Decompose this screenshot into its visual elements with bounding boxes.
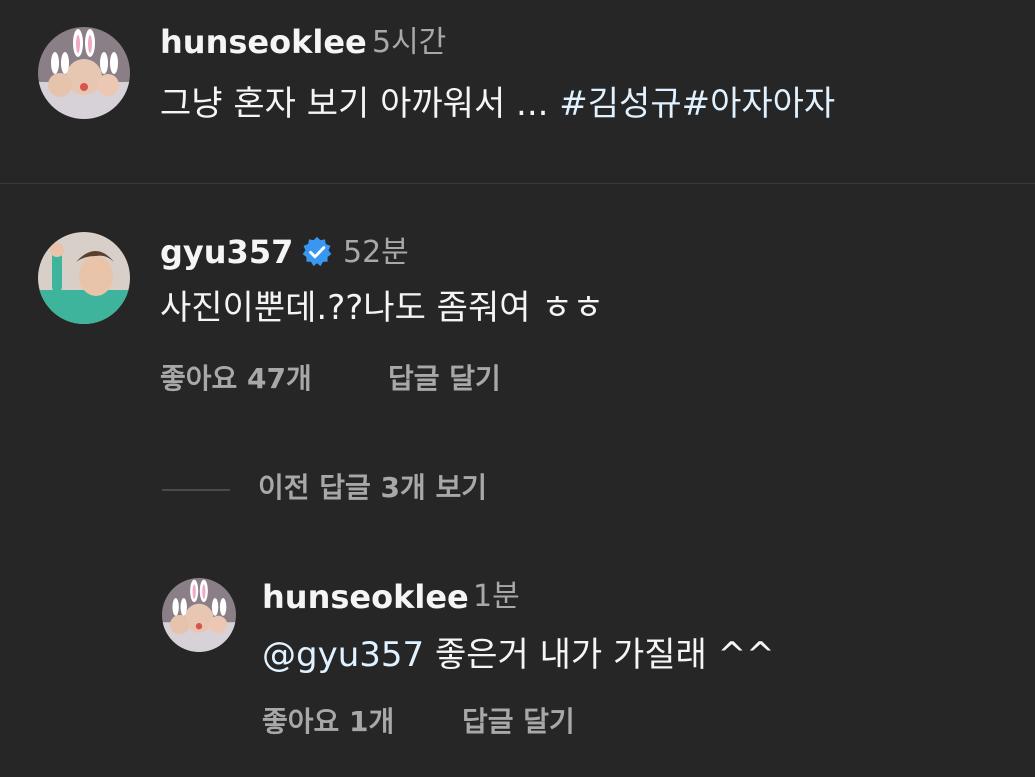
verified-badge-icon — [302, 236, 332, 267]
caption-time: 5시간 — [372, 25, 447, 60]
comment-reply-button[interactable]: 답글 달기 — [388, 361, 501, 397]
reply-mention-link[interactable]: @gyu357 — [262, 635, 424, 675]
caption-username[interactable]: hunseoklee — [160, 22, 367, 62]
comment-author-avatar[interactable] — [38, 232, 130, 324]
caption-text: 그냥 혼자 보기 아까워서 ... #김성규#아자아자 — [160, 82, 835, 126]
avatar-photo — [38, 27, 130, 119]
caption-hashtags[interactable]: #김성규#아자아자 — [559, 84, 835, 124]
reply-likes-count[interactable]: 좋아요 1개 — [262, 704, 394, 740]
avatar-photo — [38, 232, 130, 324]
comments-screen: hunseoklee 5시간 그냥 혼자 보기 아까워서 ... #김성규#아자… — [0, 0, 1035, 777]
comment-time: 52분 — [343, 235, 409, 270]
reply-text: @gyu357 좋은거 내가 가질래 ^^ — [262, 633, 775, 677]
reply-username[interactable]: hunseoklee — [262, 577, 469, 617]
view-previous-replies-button[interactable]: 이전 답글 3개 보기 — [258, 470, 487, 506]
caption-author-avatar[interactable] — [38, 27, 130, 119]
reply-time: 1분 — [473, 579, 520, 614]
comment-username[interactable]: gyu357 — [160, 232, 293, 272]
comment-likes-count[interactable]: 좋아요 47개 — [160, 361, 312, 397]
caption-text-plain: 그냥 혼자 보기 아까워서 ... — [160, 84, 560, 124]
caption-divider — [0, 183, 1035, 184]
comment-text: 사진이뿐데.??나도 좀줘여 ㅎㅎ — [160, 288, 604, 328]
reply-text-plain: 좋은거 내가 가질래 ^^ — [424, 635, 775, 675]
reply-reply-button[interactable]: 답글 달기 — [462, 704, 575, 740]
reply-author-avatar[interactable] — [162, 578, 236, 652]
avatar-photo — [162, 578, 236, 652]
reply-thread-line — [162, 489, 230, 491]
